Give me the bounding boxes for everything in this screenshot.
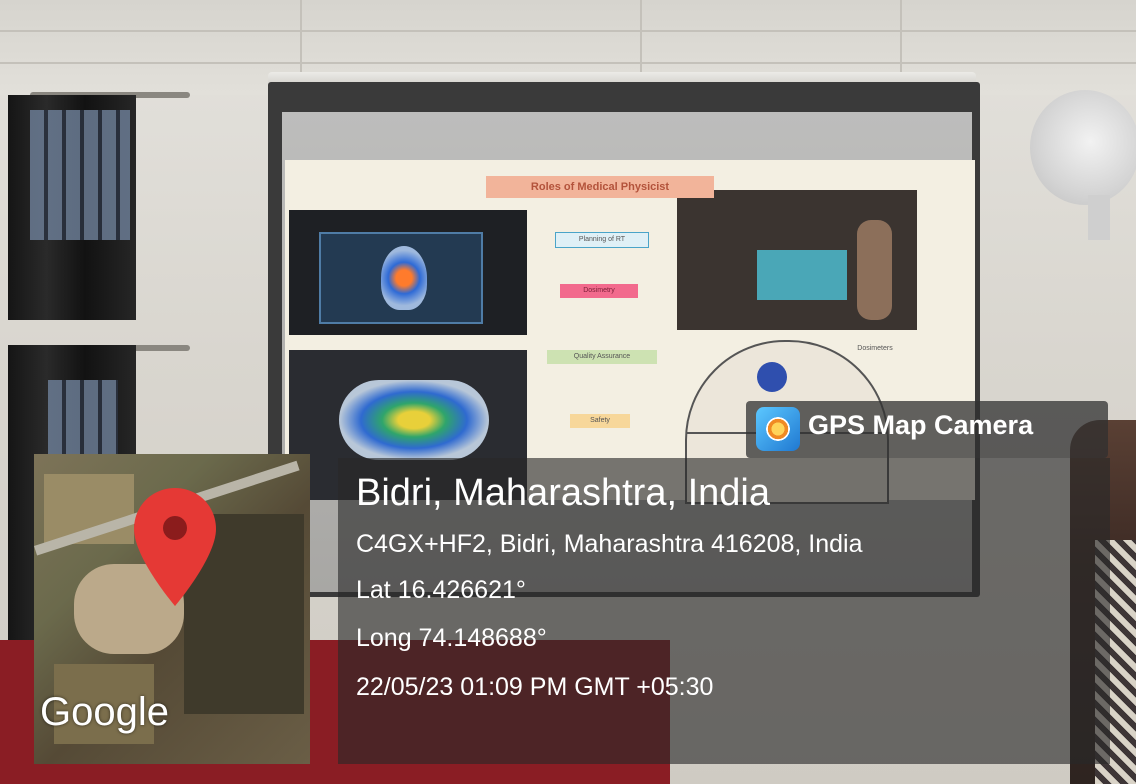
- map-pin-icon: [134, 488, 216, 606]
- slide-tag-safety: Safety: [570, 414, 630, 428]
- slide-image-linac-room: [677, 190, 917, 330]
- slide-image-treatment-plan: [289, 210, 527, 335]
- slide-tag-planning: Planning of RT: [555, 232, 649, 248]
- gps-camera-label: GPS Map Camera: [808, 410, 1034, 440]
- slide-circle-label: Dosimeters: [857, 345, 893, 352]
- location-latitude: Lat 16.426621°: [356, 576, 526, 604]
- location-address: C4GX+HF2, Bidri, Maharashtra 416208, Ind…: [356, 530, 863, 558]
- location-longitude: Long 74.148688°: [356, 624, 547, 652]
- window-upper: [30, 110, 130, 240]
- wall-fan-stand: [1088, 195, 1110, 240]
- window-lower: [48, 380, 118, 455]
- location-timestamp: 22/05/23 01:09 PM GMT +05:30: [356, 673, 714, 701]
- slide-title: Roles of Medical Physicist: [486, 176, 714, 198]
- gps-map-camera-icon: [756, 407, 800, 451]
- slide-tag-dosimetry: Dosimetry: [560, 284, 638, 298]
- map-provider-label: Google: [40, 690, 169, 734]
- wall-fan: [1030, 90, 1136, 205]
- slide-tag-quality: Quality Assurance: [547, 350, 657, 364]
- location-title: Bidri, Maharashtra, India: [356, 472, 770, 514]
